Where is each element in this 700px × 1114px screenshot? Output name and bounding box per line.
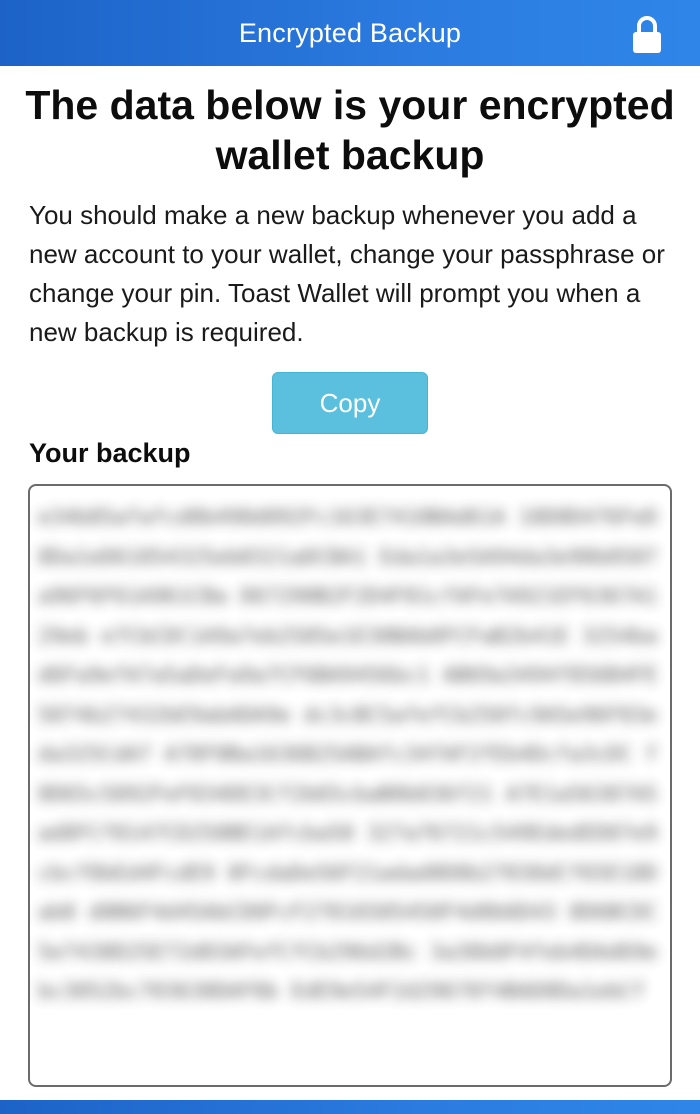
app-header: Encrypted Backup <box>0 0 700 66</box>
backup-label: Your backup <box>29 438 191 468</box>
backup-textarea[interactable]: e34b85afafcd0b490d092Fc163E7410BAd61A 18… <box>28 484 672 1087</box>
backup-description: You should make a new backup whenever yo… <box>29 200 665 347</box>
backup-heading: The data below is your encrypted wallet … <box>25 82 675 178</box>
bottom-bar <box>0 1100 700 1114</box>
page-title: Encrypted Backup <box>238 17 462 48</box>
copy-button[interactable]: Copy <box>272 372 428 434</box>
lock-icon[interactable] <box>632 16 662 54</box>
backup-content-blurred: e34b85afafcd0b490d092Fc163E7410BAd61A 18… <box>38 505 658 1003</box>
